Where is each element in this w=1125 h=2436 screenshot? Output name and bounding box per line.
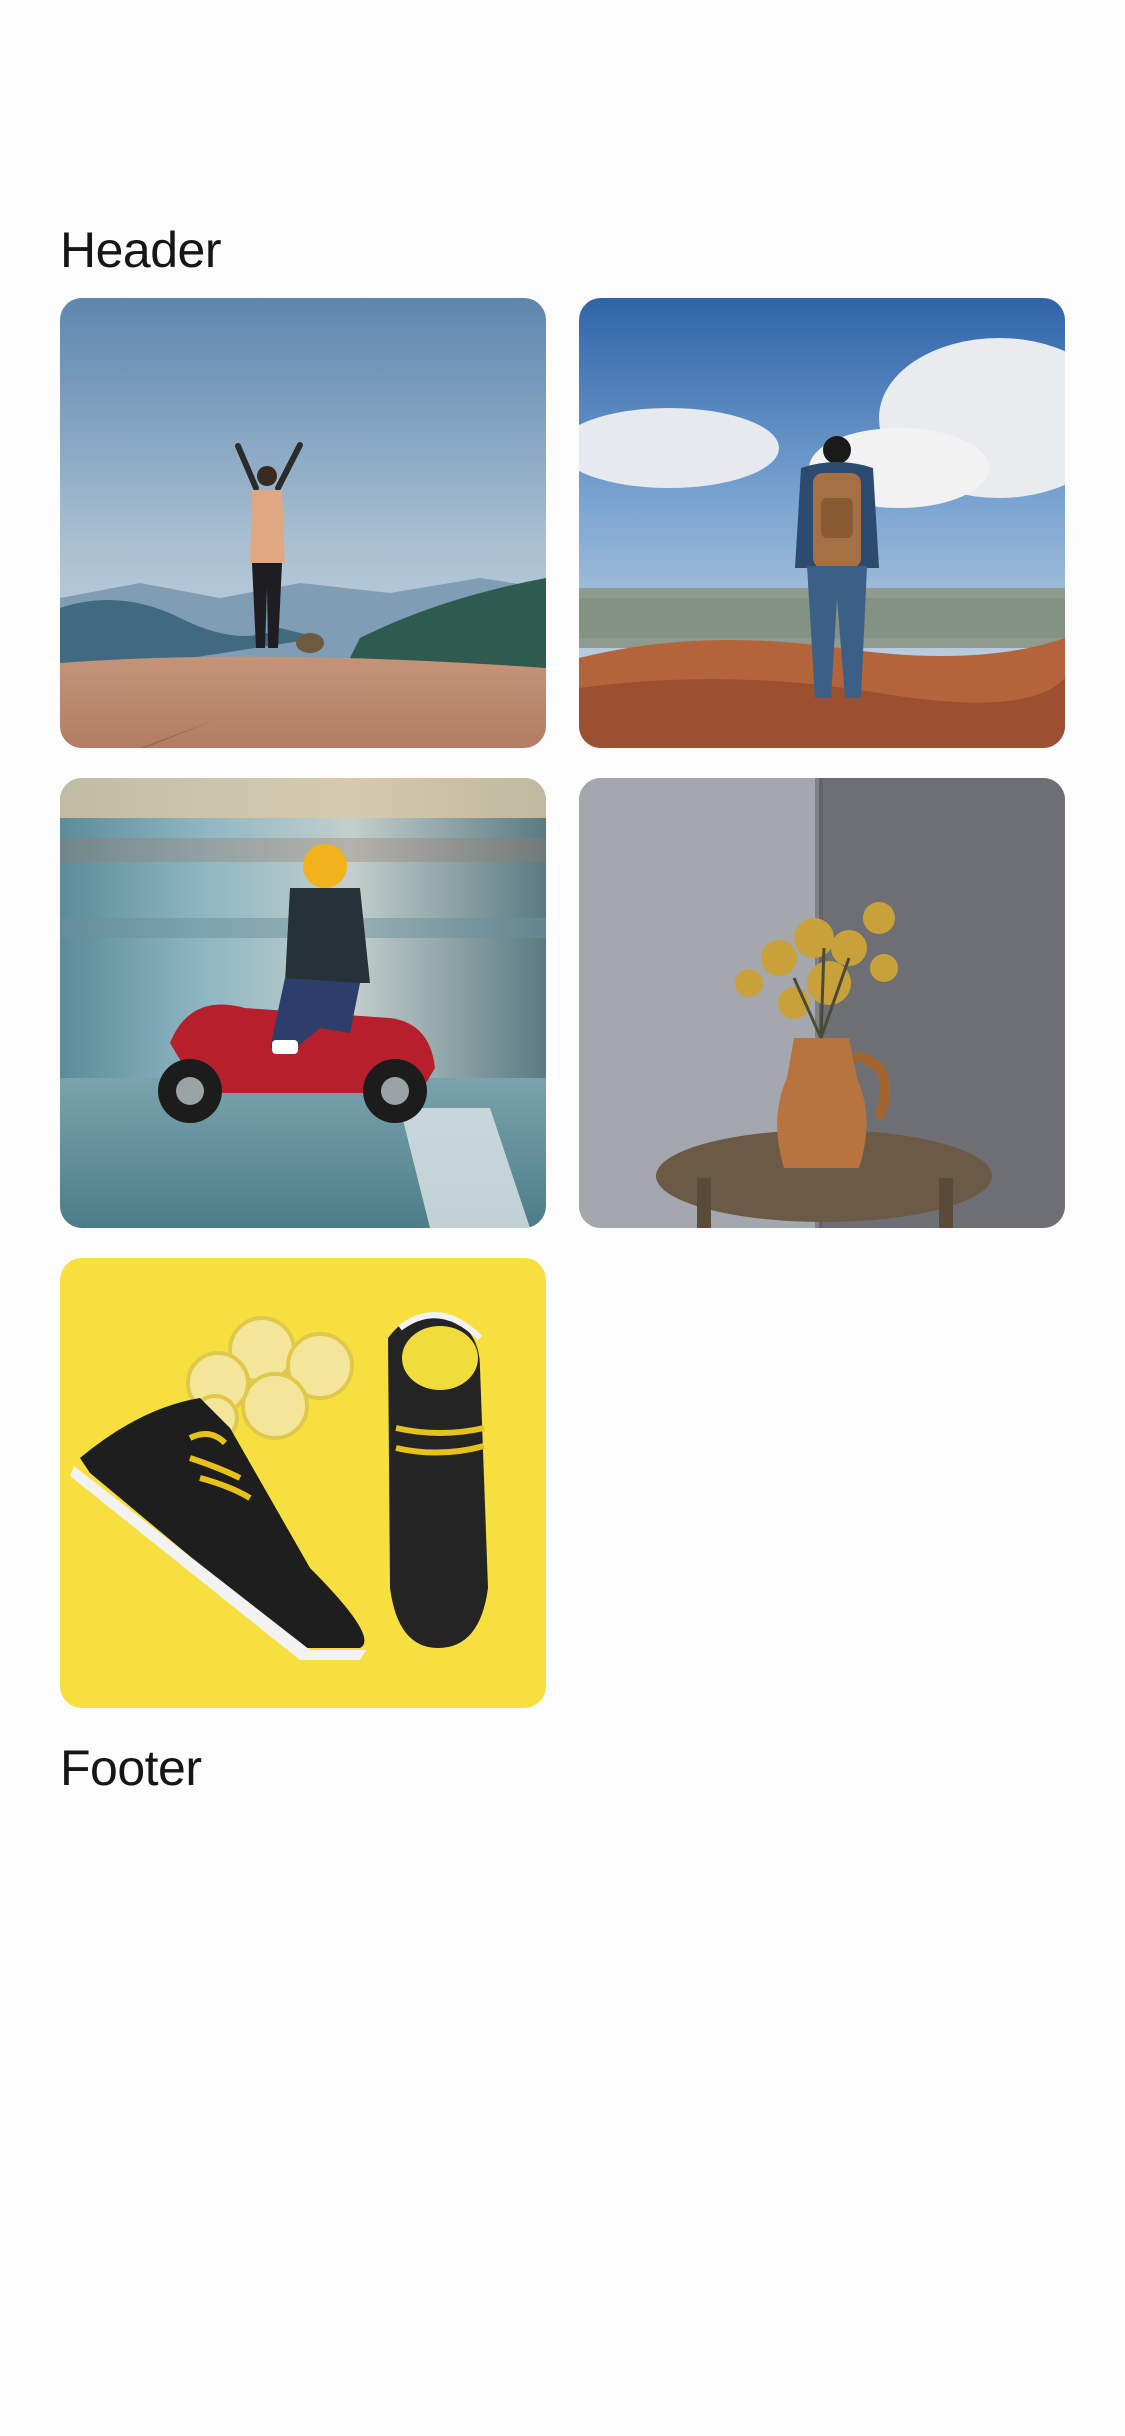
photo-flowers-jug-image xyxy=(579,778,1065,1228)
photo-hiker-arms-raised[interactable] xyxy=(60,298,546,748)
photo-hiker-arms-raised-image xyxy=(60,298,546,748)
photo-hiker-backpack[interactable] xyxy=(579,298,1065,748)
photo-flowers-jug[interactable] xyxy=(579,778,1065,1228)
photo-hiker-backpack-image xyxy=(579,298,1065,748)
photo-sneakers-lemons-image xyxy=(60,1258,546,1708)
footer-title: Footer xyxy=(60,1740,202,1796)
photo-sneakers-lemons[interactable] xyxy=(60,1258,546,1708)
photo-scooter-rider[interactable] xyxy=(60,778,546,1228)
photo-scooter-rider-image xyxy=(60,778,546,1228)
header-title: Header xyxy=(60,222,222,278)
